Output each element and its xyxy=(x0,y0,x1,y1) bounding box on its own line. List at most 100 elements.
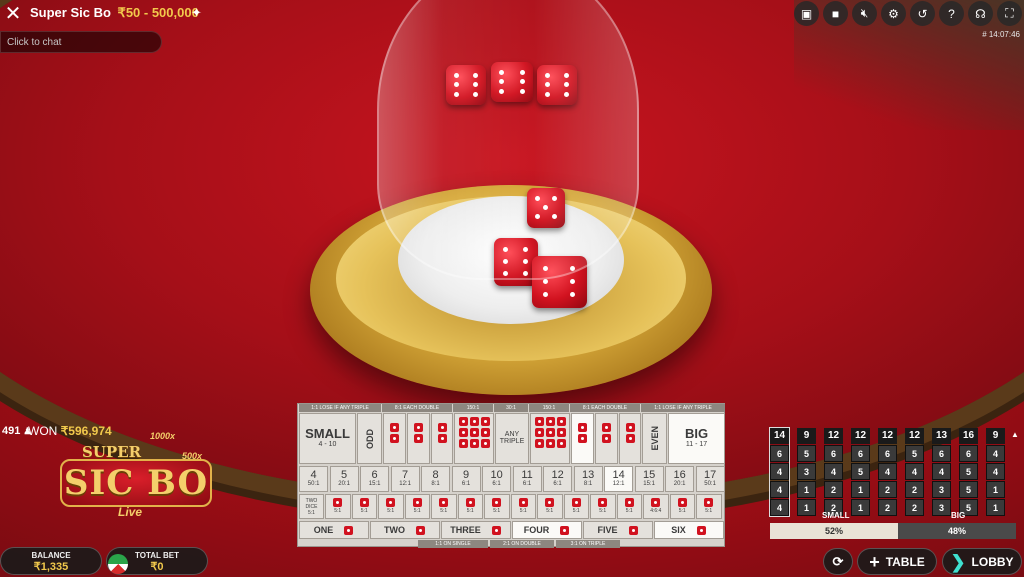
bet-combo[interactable]: 4:6:4 xyxy=(643,494,669,519)
game-title: Super Sic Bo ₹50 - 500,000 xyxy=(30,5,199,21)
bet-combo[interactable]: 5:1 xyxy=(431,494,457,519)
betting-grid: 1:1 LOSE IF ANY TRIPLE 8:1 EACH DOUBLE 1… xyxy=(297,403,725,548)
history-die-value: 4 xyxy=(770,499,789,516)
fullscreen-icon[interactable]: ⛶ xyxy=(997,1,1022,26)
won-label: WON xyxy=(28,424,58,438)
player-count-value: 491 xyxy=(2,425,21,437)
table-button[interactable]: + TABLE xyxy=(857,548,937,575)
bet-combo[interactable]: 5:1 xyxy=(457,494,483,519)
bet-total-7[interactable]: 7 12:1 xyxy=(390,466,420,492)
chat-icon[interactable]: ▣ xyxy=(794,1,819,26)
bet-single-five[interactable]: FIVE xyxy=(583,521,653,539)
lobby-icon: ❯ xyxy=(950,551,966,572)
two-dice-pay: 5:1 xyxy=(308,510,315,516)
bet-total-15[interactable]: 15 15:1 xyxy=(634,466,664,492)
results-history: 14 6 4 4 4 9 5 3 1 1 12 6 4 2 2 12 6 5 1 1 12 6 4 2 2 12 5 4 2 2 13 6 4 3… xyxy=(769,427,1005,517)
bet-total-number: 5 xyxy=(341,469,348,481)
history-die-value: 4 xyxy=(770,481,789,498)
history-die-value: 5 xyxy=(797,445,816,462)
top-toolbar: ▣ ■ 🔇︎ ⚙ ↺ ? ☊ ⛶ xyxy=(794,1,1022,26)
bet-total-16[interactable]: 16 20:1 xyxy=(665,466,695,492)
bet-total-17[interactable]: 17 50:1 xyxy=(695,466,725,492)
bet-single-one[interactable]: ONE xyxy=(299,521,369,539)
bet-single-six[interactable]: SIX xyxy=(654,521,724,539)
chat-input[interactable]: Click to chat xyxy=(0,31,162,53)
bet-combo[interactable]: 5:1 xyxy=(484,494,510,519)
bet-total-11[interactable]: 11 6:1 xyxy=(512,466,542,492)
round-id: # 14:07:46 xyxy=(982,30,1020,39)
bet-combo[interactable]: 5:1 xyxy=(404,494,430,519)
bet-total-8[interactable]: 8 8:1 xyxy=(421,466,451,492)
history-total: 12 xyxy=(878,428,897,444)
history-column: 14 6 4 4 4 xyxy=(769,427,790,517)
bet-combo[interactable]: 5:1 xyxy=(696,494,722,519)
bet-single-two[interactable]: TWO xyxy=(370,521,440,539)
bet-total-5[interactable]: 5 20:1 xyxy=(329,466,359,492)
bet-total-number: 7 xyxy=(402,469,409,481)
favorite-icon[interactable]: ✦ xyxy=(191,5,202,21)
bet-total-number: 10 xyxy=(490,469,503,481)
mute-icon[interactable]: 🔇︎ xyxy=(852,1,877,26)
history-column: 13 6 4 3 3 xyxy=(932,428,951,516)
bet-double-2[interactable] xyxy=(407,413,430,464)
big-label: BIG xyxy=(951,511,966,520)
bet-combo[interactable]: 5:1 xyxy=(669,494,695,519)
bet-total-9[interactable]: 9 6:1 xyxy=(451,466,481,492)
video-icon[interactable]: ■ xyxy=(823,1,848,26)
support-icon[interactable]: ☊ xyxy=(968,1,993,26)
bet-combo[interactable]: 5:1 xyxy=(378,494,404,519)
bet-big-range: 11 - 17 xyxy=(685,441,708,448)
table-button-label: TABLE xyxy=(885,554,925,569)
history-die-value: 4 xyxy=(986,463,1005,480)
settings-icon[interactable]: ⚙ xyxy=(881,1,906,26)
bet-triples-right[interactable] xyxy=(530,413,570,464)
history-total: 16 xyxy=(959,428,978,444)
bet-combo[interactable]: 5:1 xyxy=(590,494,616,519)
bet-combo[interactable]: 5:1 xyxy=(616,494,642,519)
bet-combo[interactable]: 5:1 xyxy=(537,494,563,519)
bet-total-13[interactable]: 13 8:1 xyxy=(573,466,603,492)
bet-combo[interactable]: 5:1 xyxy=(563,494,589,519)
bet-double-6[interactable] xyxy=(619,413,641,464)
bet-small[interactable]: SMALL 4 - 10 xyxy=(299,413,356,464)
bet-double-4[interactable] xyxy=(571,413,594,464)
bet-odd[interactable]: ODD xyxy=(357,413,382,464)
header-triple-left: 150:1 xyxy=(453,404,493,412)
bet-double-3[interactable] xyxy=(431,413,453,464)
bet-total-14[interactable]: 14 12:1 xyxy=(604,466,634,492)
history-total: 12 xyxy=(905,428,924,444)
history-column: 12 5 4 2 2 xyxy=(905,428,924,516)
bet-total-number: 14 xyxy=(612,469,625,481)
history-die-value: 4 xyxy=(986,445,1005,462)
bet-even[interactable]: EVEN xyxy=(642,413,667,464)
bet-single-label: SIX xyxy=(671,525,686,535)
bet-big[interactable]: BIG 11 - 17 xyxy=(668,413,725,464)
lobby-button[interactable]: ❯ LOBBY xyxy=(942,548,1022,575)
bet-total-10[interactable]: 10 6:1 xyxy=(482,466,512,492)
bet-triples-left[interactable] xyxy=(454,413,494,464)
bet-combo[interactable]: 5:1 xyxy=(510,494,536,519)
header-any-triple: 30:1 xyxy=(494,404,528,412)
bet-combo[interactable]: 5:1 xyxy=(351,494,377,519)
close-icon[interactable]: ✕ xyxy=(1,1,25,25)
bet-double-1[interactable] xyxy=(383,413,406,464)
chip-icon[interactable] xyxy=(108,554,128,574)
bet-single-three[interactable]: THREE xyxy=(441,521,511,539)
bet-combo[interactable]: 5:1 xyxy=(325,494,351,519)
bet-total-payout: 20:1 xyxy=(338,481,350,487)
bet-total-12[interactable]: 12 6:1 xyxy=(543,466,573,492)
auto-play-button[interactable]: ⟳ xyxy=(823,548,853,575)
history-column: 12 6 5 1 1 xyxy=(851,428,870,516)
bet-single-four[interactable]: FOUR xyxy=(512,521,582,539)
bet-odd-label: ODD xyxy=(364,428,375,449)
bet-single-label: TWO xyxy=(384,525,405,535)
history-icon[interactable]: ↺ xyxy=(910,1,935,26)
bet-any-triple[interactable]: ANY TRIPLE xyxy=(495,413,529,464)
scroll-up-icon[interactable]: ▲ xyxy=(1011,430,1019,439)
bet-limit: ₹50 - 500,000 xyxy=(117,5,199,20)
help-icon[interactable]: ? xyxy=(939,1,964,26)
bet-double-5[interactable] xyxy=(595,413,618,464)
bet-total-4[interactable]: 4 50:1 xyxy=(299,466,329,492)
bet-total-6[interactable]: 6 15:1 xyxy=(360,466,390,492)
history-die-value: 5 xyxy=(851,463,870,480)
